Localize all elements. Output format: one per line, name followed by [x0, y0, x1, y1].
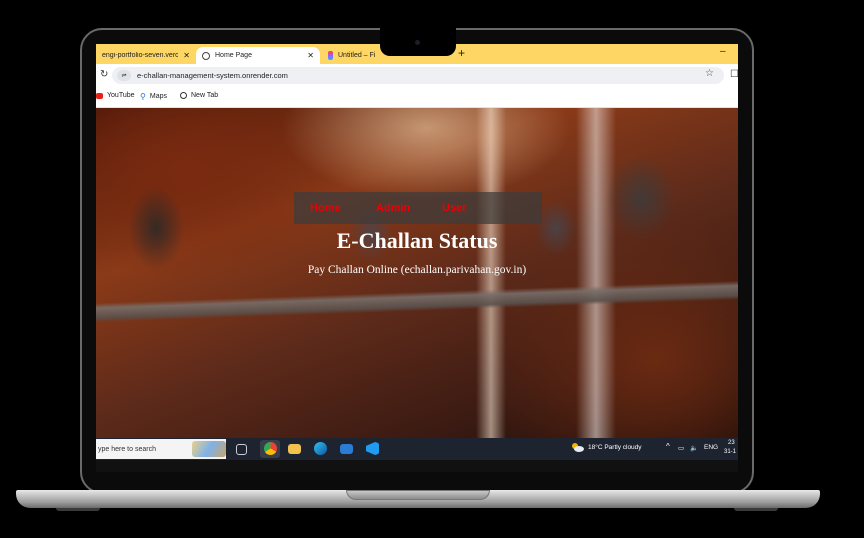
search-placeholder: ype here to search: [98, 445, 156, 453]
weather-icon: [572, 443, 584, 452]
close-tab-icon[interactable]: ✕: [183, 51, 190, 60]
bookmark-youtube[interactable]: YouTube: [96, 92, 135, 99]
vscode-icon[interactable]: [366, 442, 379, 455]
clock-date[interactable]: 31-1: [724, 449, 736, 455]
new-tab-button[interactable]: +: [458, 46, 465, 60]
url-text: e-challan-management-system.onrender.com: [137, 71, 288, 80]
hero-section: Home Admin User E-Challan Status Pay Cha…: [96, 108, 738, 438]
bookmark-label: YouTube: [107, 92, 135, 99]
reload-icon[interactable]: ↻: [100, 69, 108, 80]
address-bar[interactable]: ⇌ e-challan-management-system.onrender.c…: [112, 67, 724, 84]
chevron-up-icon[interactable]: ^: [666, 442, 670, 451]
store-icon[interactable]: [340, 444, 353, 454]
figma-icon: [328, 51, 333, 60]
tab-label: Home Page: [215, 52, 252, 59]
bookmark-label: New Tab: [191, 92, 219, 99]
battery-icon[interactable]: ▭: [678, 444, 684, 452]
task-view-icon[interactable]: [236, 444, 247, 455]
volume-icon[interactable]: 🔈: [690, 444, 698, 452]
screen-bezel-bottom: [96, 460, 738, 472]
screen: engi-portfolio-seven.vercel ✕ Home Page …: [96, 44, 738, 460]
nav-user-link[interactable]: User: [442, 202, 492, 214]
file-explorer-icon[interactable]: [288, 444, 301, 454]
minimize-button[interactable]: –: [720, 46, 726, 57]
bookmarks-bar: YouTube ⚲ Maps New Tab: [96, 88, 738, 108]
clock-time[interactable]: 23: [728, 440, 735, 446]
edge-icon[interactable]: [314, 442, 327, 455]
search-highlight-image: [192, 441, 226, 457]
site-info-icon[interactable]: ⇌: [117, 70, 131, 81]
bookmark-label: Maps: [149, 93, 167, 100]
top-nav: Home Admin User: [294, 192, 542, 224]
youtube-icon: [96, 92, 103, 99]
globe-icon: [180, 92, 187, 99]
nav-admin-link[interactable]: Admin: [376, 202, 426, 214]
tab-label: engi-portfolio-seven.vercel: [102, 52, 179, 59]
taskbar: ype here to search 18°C Partly cloudy ^ …: [96, 438, 738, 460]
camera-icon: [415, 40, 420, 45]
address-row: ↻ ⇌ e-challan-management-system.onrender…: [96, 64, 738, 88]
globe-icon: [202, 51, 210, 60]
laptop-foot-right: [734, 508, 778, 511]
close-tab-icon[interactable]: ✕: [307, 51, 314, 60]
weather-text[interactable]: 18°C Partly cloudy: [588, 444, 642, 451]
tab-portfolio[interactable]: engi-portfolio-seven.vercel ✕: [96, 47, 196, 64]
page-title: E-Challan Status: [336, 228, 498, 253]
taskbar-search[interactable]: ype here to search: [96, 439, 226, 459]
page-subtitle: Pay Challan Online (echallan.parivahan.g…: [307, 264, 527, 276]
bookmark-new-tab[interactable]: New Tab: [180, 92, 218, 99]
language-indicator[interactable]: ENG: [704, 444, 718, 451]
bookmark-star-icon[interactable]: ☆: [705, 68, 714, 79]
bookmark-maps[interactable]: ⚲ Maps: [140, 92, 167, 101]
tab-home-page[interactable]: Home Page ✕: [196, 47, 320, 64]
nav-home-link[interactable]: Home: [310, 202, 360, 214]
tab-label: Untitled – Fi: [338, 52, 376, 59]
maps-pin-icon: ⚲: [140, 92, 146, 101]
laptop-frame: engi-portfolio-seven.vercel ✕ Home Page …: [0, 0, 864, 538]
laptop-opening-lip: [346, 490, 490, 500]
chrome-icon[interactable]: [264, 442, 277, 455]
laptop-foot-left: [56, 508, 100, 511]
extensions-icon[interactable]: ☐: [730, 69, 738, 80]
